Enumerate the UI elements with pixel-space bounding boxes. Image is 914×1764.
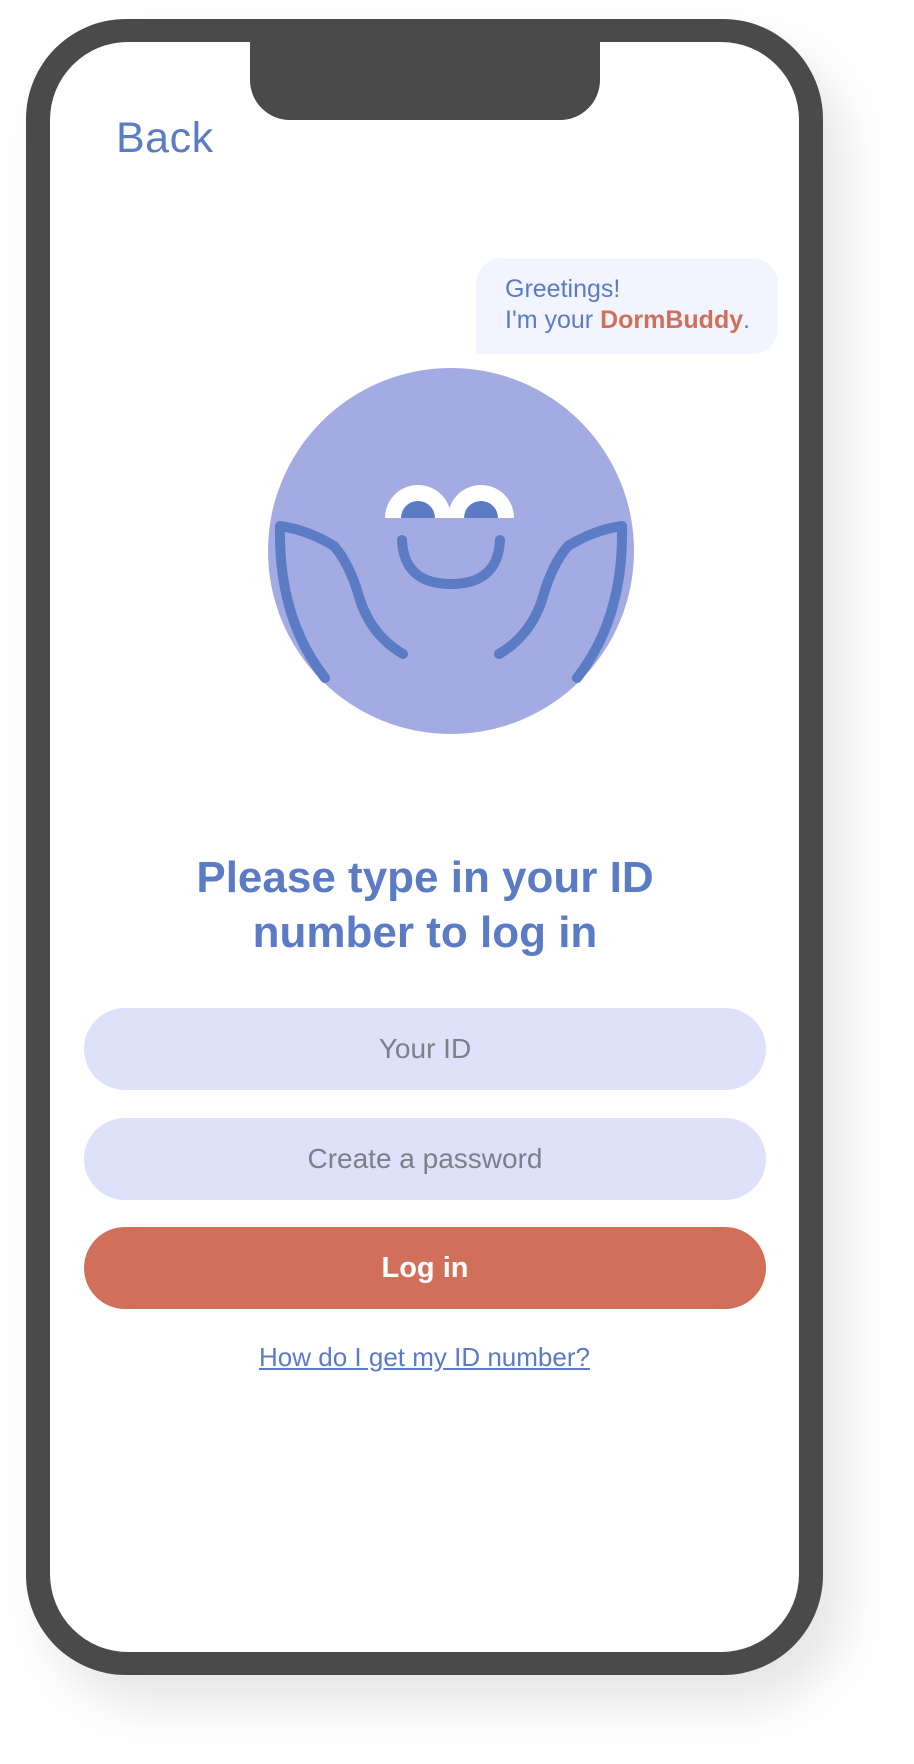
greeting-suffix: . xyxy=(743,306,751,334)
id-help-link[interactable]: How do I get my ID number? xyxy=(50,1342,799,1373)
back-button[interactable]: Back xyxy=(116,114,214,163)
greeting-line-1: Greetings! xyxy=(505,275,621,303)
brand-name: DormBuddy xyxy=(600,306,744,334)
login-button[interactable]: Log in xyxy=(84,1227,766,1309)
phone-screen: Back Greetings! I'm your DormBuddy. Plea… xyxy=(50,42,799,1652)
login-title-line-1: Please type in your ID xyxy=(196,853,654,902)
greeting-line-2: I'm your DormBuddy. xyxy=(505,305,778,336)
smiling-mascot-icon xyxy=(268,368,634,734)
login-title-line-2: number to log in xyxy=(252,908,598,957)
app-stage: Back Greetings! I'm your DormBuddy. Plea… xyxy=(0,0,914,1764)
phone-notch xyxy=(250,42,600,120)
password-input[interactable] xyxy=(84,1118,766,1200)
id-input[interactable] xyxy=(84,1008,766,1090)
greeting-bubble: Greetings! I'm your DormBuddy. xyxy=(476,258,778,354)
login-title: Please type in your ID number to log in xyxy=(110,850,740,960)
phone-frame: Back Greetings! I'm your DormBuddy. Plea… xyxy=(26,19,823,1675)
greeting-prefix: I'm your xyxy=(505,306,601,334)
